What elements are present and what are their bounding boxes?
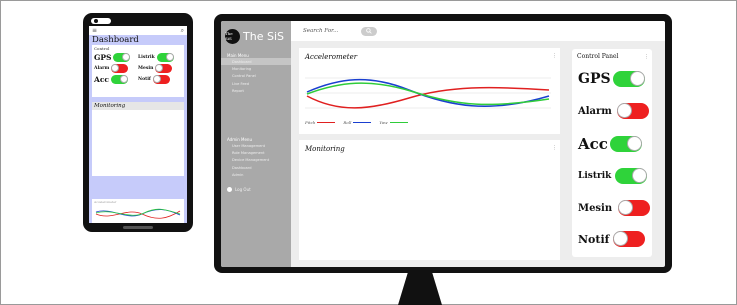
- phone-control-card: Control GPS Listrik Alarm Mesin Acc Noti…: [92, 45, 184, 97]
- phone-toggle-mesin[interactable]: Mesin: [138, 64, 182, 73]
- sidebar-item-control-panel[interactable]: Control Panel: [221, 73, 291, 80]
- control-panel-card: Control Panel ⋮ GPS Alarm Acc Listrik Me…: [572, 49, 652, 257]
- sidebar-item-device-management[interactable]: Device Management: [221, 157, 291, 164]
- legend-item: Roll: [343, 120, 372, 125]
- toggle-switch[interactable]: [111, 64, 129, 73]
- more-options-icon[interactable]: ⋮: [552, 145, 557, 151]
- brand-logo: The SiS: [225, 28, 240, 44]
- search-button[interactable]: [361, 26, 377, 36]
- search-input[interactable]: Search For...: [303, 28, 361, 34]
- toggle-switch[interactable]: [609, 136, 642, 152]
- legend-item: Pitch: [305, 120, 336, 125]
- control-row-gps[interactable]: GPS: [572, 71, 645, 87]
- phone-toggle-listrik[interactable]: Listrik: [138, 53, 182, 62]
- control-label: Acc: [578, 135, 608, 153]
- sidebar-item-admin-dashboard[interactable]: Dashboard: [221, 164, 291, 171]
- toggle-switch[interactable]: [156, 53, 174, 62]
- phone-toggle-alarm[interactable]: Alarm: [94, 64, 138, 73]
- phone-accelerometer-card: Accelerometer: [92, 199, 184, 223]
- brand[interactable]: The SiS The SiS: [221, 21, 291, 51]
- accelerometer-card: Accelerometer ⋮ Pitch Roll Yaw: [299, 48, 560, 134]
- monitoring-card: Monitoring ⋮: [299, 140, 560, 260]
- sidebar-item-live-feed[interactable]: Live Feed: [221, 80, 291, 87]
- home-indicator: [123, 226, 153, 229]
- brand-name: The SiS: [243, 29, 284, 43]
- control-row-acc[interactable]: Acc: [572, 135, 642, 153]
- legend-swatch: [389, 122, 408, 123]
- top-bar: Search For...: [291, 21, 665, 41]
- legend-yaw-label: Yaw: [379, 120, 388, 125]
- phone-screen: ≡ ⌕ Dashboard Control GPS Listrik Alarm …: [89, 26, 187, 223]
- phone-top-bar: [89, 17, 187, 25]
- toggle-switch[interactable]: [615, 168, 648, 184]
- chart-legend: Pitch Roll Yaw: [305, 120, 408, 125]
- logout-label: Log Out: [235, 186, 251, 192]
- phone-accelerometer-chart: [95, 208, 181, 219]
- monitor-screen: The SiS The SiS Main Menu Dashboard Moni…: [221, 21, 665, 267]
- more-options-icon[interactable]: ⋮: [644, 54, 649, 60]
- legend-swatch: [353, 122, 372, 123]
- phone-monitoring-card: [92, 110, 184, 176]
- more-options-icon[interactable]: ⋮: [552, 53, 557, 59]
- control-row-notif[interactable]: Notif: [572, 231, 646, 247]
- search-icon: [366, 28, 372, 34]
- legend-item: Yaw: [379, 120, 408, 125]
- toggle-label: Alarm: [94, 66, 110, 71]
- sidebar-item-role-management[interactable]: Role Management: [221, 149, 291, 156]
- control-label: Alarm: [578, 105, 612, 117]
- search-icon[interactable]: ⌕: [181, 27, 184, 35]
- toggle-switch[interactable]: [155, 64, 173, 73]
- accelerometer-title: Accelerometer: [305, 53, 358, 61]
- control-label: GPS: [578, 71, 611, 87]
- sidebar-item-dashboard[interactable]: Dashboard: [221, 58, 291, 66]
- toggle-label: Acc: [94, 75, 109, 84]
- logout-icon: [227, 186, 232, 192]
- monitor-device: The SiS The SiS Main Menu Dashboard Moni…: [214, 14, 672, 273]
- control-label: Mesin: [578, 202, 613, 214]
- logout-button[interactable]: Log Out: [221, 186, 291, 192]
- camera-icon: [91, 18, 111, 24]
- phone-dashboard-title: Dashboard: [92, 35, 139, 45]
- control-row-alarm[interactable]: Alarm: [572, 103, 649, 119]
- toggle-switch[interactable]: [613, 231, 646, 247]
- toggle-switch[interactable]: [113, 53, 131, 62]
- legend-swatch: [317, 122, 336, 123]
- toggle-switch[interactable]: [110, 75, 128, 84]
- monitoring-title: Monitoring: [305, 145, 345, 153]
- toggle-switch[interactable]: [618, 200, 651, 216]
- toggle-switch[interactable]: [152, 75, 170, 84]
- toggle-label: Notif: [138, 77, 151, 82]
- control-row-listrik[interactable]: Listrik: [572, 168, 648, 184]
- legend-pitch-label: Pitch: [305, 120, 316, 125]
- toggle-switch[interactable]: [612, 71, 645, 87]
- control-row-mesin[interactable]: Mesin: [572, 200, 651, 216]
- sidebar-item-user-management[interactable]: User Management: [221, 142, 291, 149]
- control-label: Listrik: [578, 171, 612, 181]
- accelerometer-chart: [305, 77, 551, 109]
- phone-control-label: Control: [94, 46, 110, 51]
- sidebar-item-admin[interactable]: Admin: [221, 171, 291, 178]
- toggle-label: GPS: [94, 53, 112, 62]
- legend-roll-label: Roll: [343, 120, 352, 125]
- phone-device: ≡ ⌕ Dashboard Control GPS Listrik Alarm …: [83, 13, 193, 232]
- control-panel-title: Control Panel: [577, 53, 619, 60]
- control-label: Notif: [578, 232, 610, 246]
- phone-toggle-acc[interactable]: Acc: [94, 75, 138, 84]
- sidebar-item-report[interactable]: Report: [221, 88, 291, 95]
- phone-toggle-notif[interactable]: Notif: [138, 75, 182, 84]
- phone-header: ≡ ⌕: [89, 26, 187, 35]
- phone-toggle-gps[interactable]: GPS: [94, 53, 138, 62]
- phone-monitoring-title: Monitoring: [92, 102, 184, 110]
- hamburger-icon[interactable]: ≡: [92, 27, 97, 34]
- toggle-switch[interactable]: [616, 103, 649, 119]
- sidebar-item-monitoring[interactable]: Monitoring: [221, 65, 291, 72]
- sidebar: The SiS The SiS Main Menu Dashboard Moni…: [221, 21, 291, 267]
- toggle-label: Mesin: [138, 66, 154, 71]
- toggle-label: Listrik: [138, 55, 155, 60]
